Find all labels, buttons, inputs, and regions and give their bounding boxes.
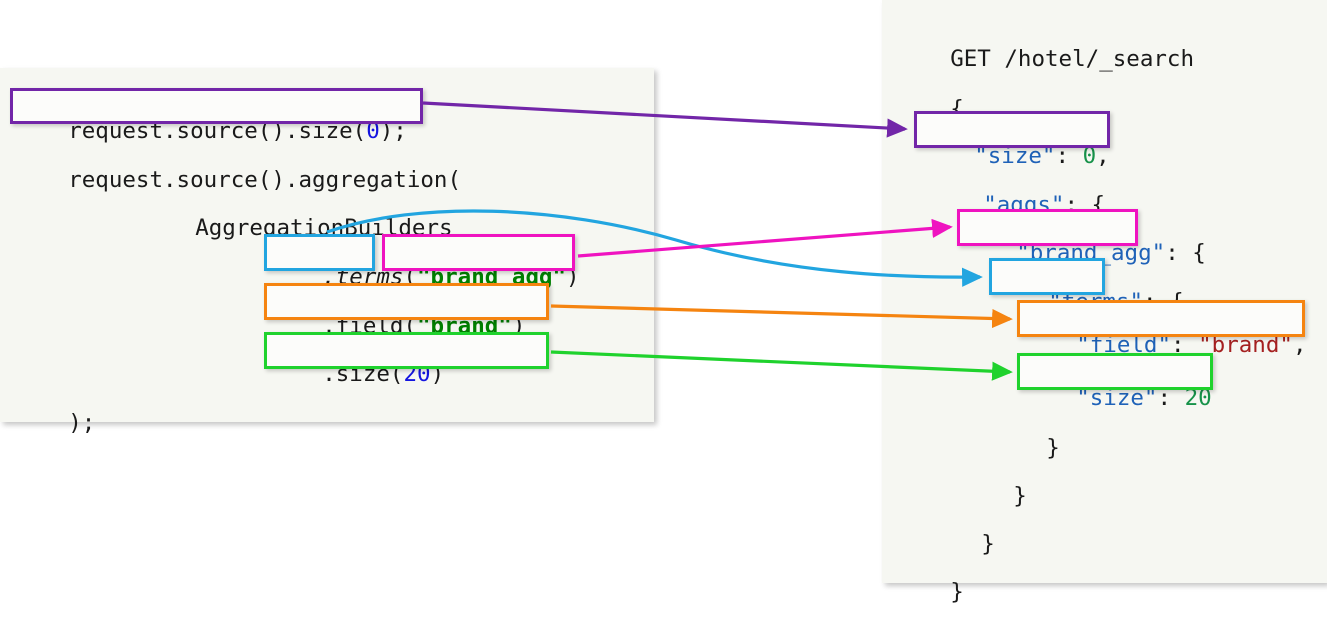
- highlight-java-size20: [264, 332, 549, 369]
- highlight-json-field: [1017, 300, 1305, 337]
- highlight-json-size0: [914, 111, 1110, 148]
- java-text-close: );: [68, 410, 96, 436]
- json-text-close-brace-1: }: [1046, 435, 1060, 461]
- highlight-java-size0: [10, 88, 423, 124]
- highlight-json-size20: [1017, 353, 1213, 390]
- json-text-close-brace-3: }: [981, 531, 995, 557]
- json-line-close-4: }: [896, 553, 964, 631]
- highlight-json-terms: [989, 258, 1105, 295]
- highlight-java-brand-agg: [382, 234, 575, 271]
- json-text-get-request: GET /hotel/_search: [950, 46, 1195, 72]
- highlight-json-brand-agg: [957, 209, 1138, 246]
- highlight-java-terms: [264, 234, 375, 271]
- java-line-close: );: [14, 384, 95, 462]
- json-text-close-brace-2: }: [1013, 483, 1027, 509]
- diagram-stage: request.source().size(0); request.source…: [0, 0, 1327, 605]
- highlight-java-field: [264, 283, 549, 320]
